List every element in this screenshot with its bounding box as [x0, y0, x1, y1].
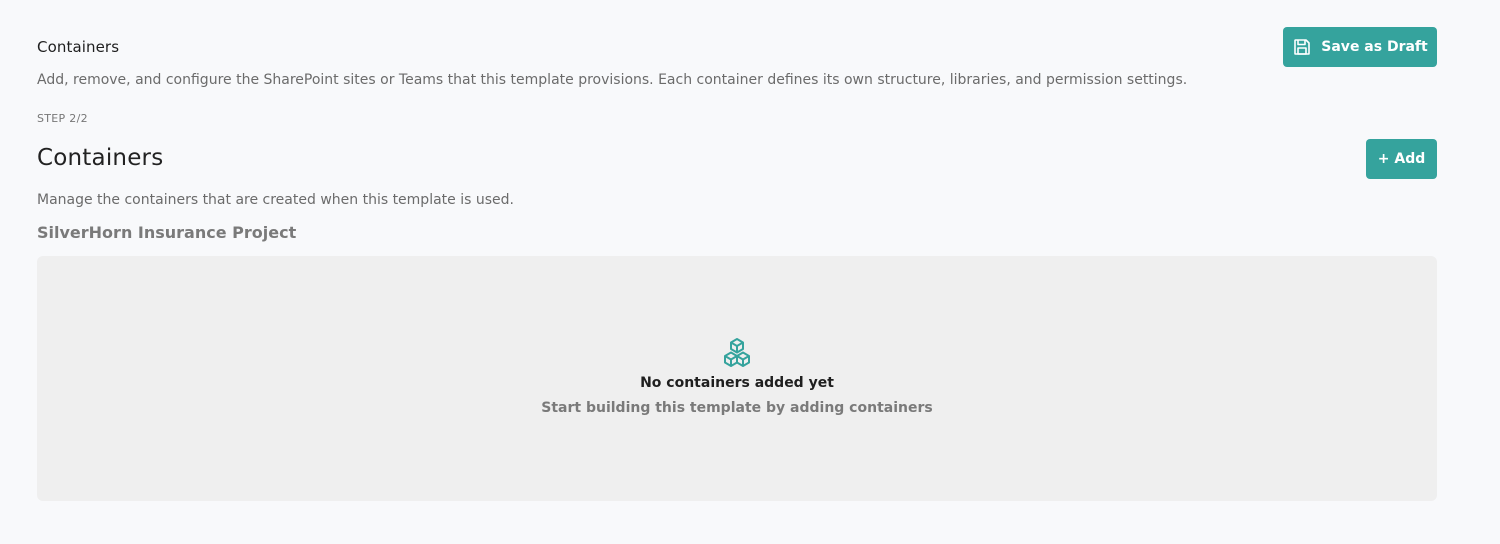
save-draft-button[interactable]: Save as Draft [1283, 27, 1437, 67]
section-description: Manage the containers that are created w… [37, 192, 514, 208]
step-indicator: STEP 2/2 [37, 112, 88, 125]
empty-state-title: No containers added yet [640, 375, 834, 391]
header-description: Add, remove, and configure the SharePoin… [37, 72, 1188, 88]
add-container-button[interactable]: + Add [1366, 139, 1437, 179]
empty-state-panel: No containers added yet Start building t… [37, 256, 1437, 501]
project-name: SilverHorn Insurance Project [37, 223, 297, 242]
save-icon [1292, 37, 1312, 57]
cubes-icon [721, 337, 753, 369]
section-title: Containers [37, 145, 164, 171]
empty-state-subtitle: Start building this template by adding c… [541, 400, 933, 416]
header: Containers Save as Draft [37, 27, 1437, 67]
header-title: Containers [37, 38, 120, 56]
page: Containers Save as Draft Add, remove, an… [0, 0, 1500, 544]
save-draft-label: Save as Draft [1321, 39, 1428, 55]
